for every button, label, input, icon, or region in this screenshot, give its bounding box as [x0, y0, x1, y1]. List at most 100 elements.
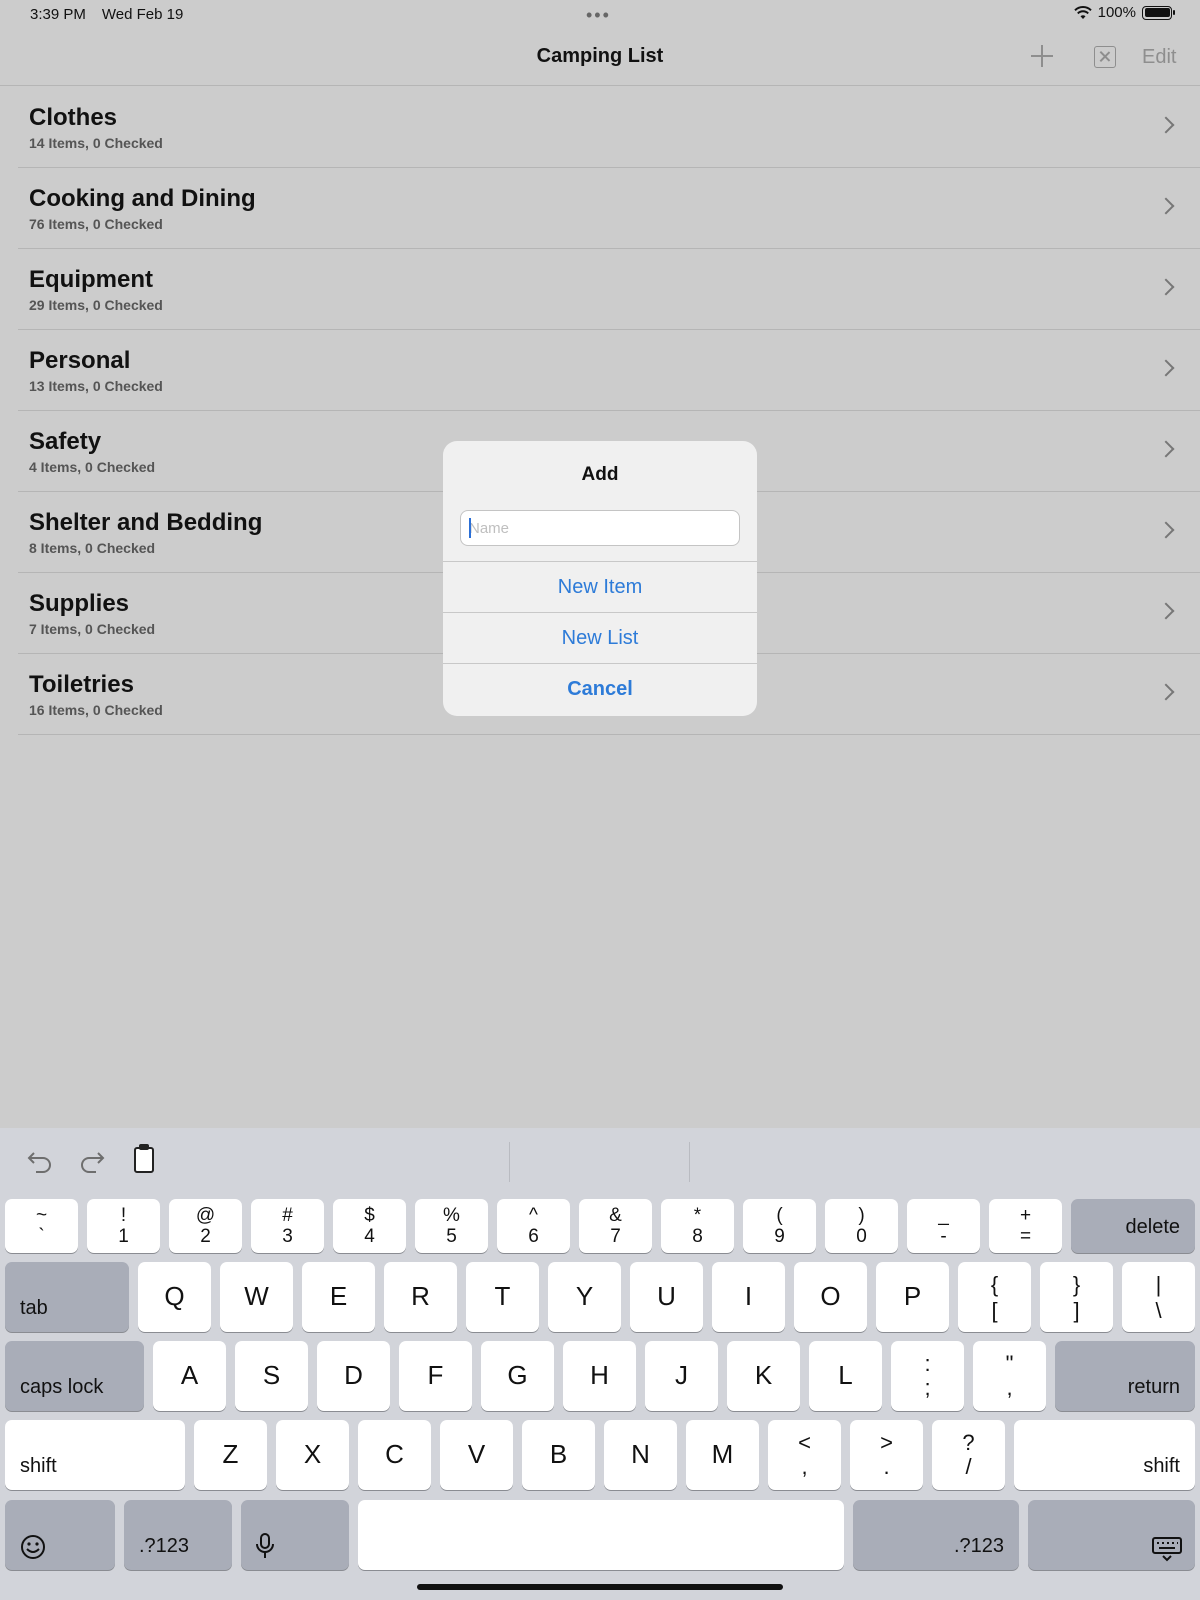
key-g[interactable]: G — [481, 1341, 554, 1411]
list-item-equipment[interactable]: Equipment 29 Items, 0 Checked — [18, 249, 1200, 330]
key-9[interactable]: (9 — [743, 1199, 816, 1253]
key-minus[interactable]: _ - — [907, 1199, 980, 1253]
key-t[interactable]: T — [466, 1262, 539, 1332]
page-title: Camping List — [536, 45, 664, 67]
battery-percent: 100% — [1097, 4, 1136, 21]
chevron-right-icon — [1157, 521, 1175, 539]
delete-key[interactable]: delete — [1071, 1199, 1195, 1253]
key-4[interactable]: $4 — [333, 1199, 406, 1253]
key-d[interactable]: D — [317, 1341, 390, 1411]
key-q[interactable]: Q — [138, 1262, 211, 1332]
name-input[interactable] — [460, 510, 740, 546]
key-a[interactable]: A — [153, 1341, 226, 1411]
key-x[interactable]: X — [276, 1420, 349, 1490]
edit-button[interactable]: Edit — [1142, 46, 1176, 69]
key-e[interactable]: E — [302, 1262, 375, 1332]
key-left-bracket[interactable]: {[ — [958, 1262, 1031, 1332]
key-o[interactable]: O — [794, 1262, 867, 1332]
text-cursor — [469, 518, 471, 538]
space-bar[interactable] — [358, 1500, 844, 1570]
list-item-title: Supplies — [29, 590, 130, 617]
key-v[interactable]: V — [440, 1420, 513, 1490]
key-8[interactable]: * 8 — [661, 1199, 734, 1253]
list-item-personal[interactable]: Personal 13 Items, 0 Checked — [18, 330, 1200, 411]
key-l[interactable]: L — [809, 1341, 882, 1411]
on-screen-keyboard: ~ ` ! 1 @2 #3 $4 % 5 ^ 6 & 7 * 8 (9 ) 0 _ - + = d… — [0, 1128, 1200, 1600]
key-u[interactable]: U — [630, 1262, 703, 1332]
key-period[interactable]: >. — [850, 1420, 923, 1490]
key-s[interactable]: S — [235, 1341, 308, 1411]
key-semicolon[interactable]: :; — [891, 1341, 964, 1411]
key-7[interactable]: & 7 — [579, 1199, 652, 1253]
key-6[interactable]: ^ 6 — [497, 1199, 570, 1253]
key-3[interactable]: #3 — [251, 1199, 324, 1253]
list-item-subtitle: 29 Items, 0 Checked — [29, 297, 163, 313]
key-n[interactable]: N — [604, 1420, 677, 1490]
key-backslash[interactable]: | \ — [1122, 1262, 1195, 1332]
chevron-right-icon — [1157, 278, 1175, 296]
numbers-key-left[interactable]: .?123 — [124, 1500, 232, 1570]
status-date: Wed Feb 19 — [101, 6, 184, 23]
keyboard-hide-key[interactable] — [1028, 1500, 1195, 1570]
key-f[interactable]: F — [399, 1341, 472, 1411]
caps-lock-key[interactable]: caps lock — [5, 1341, 144, 1411]
list-item-subtitle: 7 Items, 0 Checked — [29, 621, 156, 637]
key-equals[interactable]: + = — [989, 1199, 1062, 1253]
key-comma[interactable]: <, — [768, 1420, 841, 1490]
key-k[interactable]: K — [727, 1341, 800, 1411]
return-key[interactable]: return — [1055, 1341, 1195, 1411]
numbers-key-right[interactable]: .?123 — [853, 1500, 1019, 1570]
list-item-title: Cooking and Dining — [29, 185, 256, 212]
cancel-button[interactable]: Cancel — [443, 663, 757, 714]
key-m[interactable]: M — [686, 1420, 759, 1490]
home-indicator[interactable] — [417, 1584, 783, 1590]
redo-icon[interactable] — [78, 1148, 106, 1174]
key-i[interactable]: I — [712, 1262, 785, 1332]
navigation-bar: Camping List Edit — [0, 28, 1200, 86]
key-slash[interactable]: ? / — [932, 1420, 1005, 1490]
key-w[interactable]: W — [220, 1262, 293, 1332]
key-z[interactable]: Z — [194, 1420, 267, 1490]
key-2[interactable]: @2 — [169, 1199, 242, 1253]
list-item-title: Toiletries — [29, 671, 134, 698]
key-j[interactable]: J — [645, 1341, 718, 1411]
list-item-cooking-and-dining[interactable]: Cooking and Dining 76 Items, 0 Checked — [18, 168, 1200, 249]
tab-key[interactable]: tab — [5, 1262, 129, 1332]
key-1[interactable]: ! 1 — [87, 1199, 160, 1253]
undo-icon[interactable] — [26, 1148, 54, 1174]
key-quote[interactable]: ", — [973, 1341, 1046, 1411]
clipboard-icon[interactable] — [134, 1144, 154, 1173]
chevron-right-icon — [1157, 197, 1175, 215]
dictation-key[interactable] — [241, 1500, 349, 1570]
list-item-subtitle: 13 Items, 0 Checked — [29, 378, 163, 394]
list-item-subtitle: 4 Items, 0 Checked — [29, 459, 156, 475]
key-b[interactable]: B — [522, 1420, 595, 1490]
key-tilde[interactable]: ~ ` — [5, 1199, 78, 1253]
left-shift-key[interactable]: shift — [5, 1420, 185, 1490]
list-item-title: Personal — [29, 347, 131, 374]
new-list-button[interactable]: New List — [443, 612, 757, 663]
close-square-icon[interactable] — [1094, 46, 1116, 68]
key-h[interactable]: H — [563, 1341, 636, 1411]
list-item-clothes[interactable]: Clothes 14 Items, 0 Checked — [18, 87, 1200, 168]
multitasking-dots[interactable]: ••• — [586, 5, 611, 26]
status-bar: 3:39 PM Wed Feb 19 ••• 100% — [0, 0, 1200, 28]
right-shift-key[interactable]: shift — [1014, 1420, 1195, 1490]
key-right-bracket[interactable]: }] — [1040, 1262, 1113, 1332]
key-c[interactable]: C — [358, 1420, 431, 1490]
keyboard-hide-icon — [1152, 1537, 1182, 1562]
new-item-button[interactable]: New Item — [443, 561, 757, 612]
microphone-icon — [256, 1533, 274, 1558]
key-0[interactable]: ) 0 — [825, 1199, 898, 1253]
status-clock: 3:39 PM — [30, 6, 86, 23]
emoji-key[interactable] — [5, 1500, 115, 1570]
key-p[interactable]: P — [876, 1262, 949, 1332]
list-item-subtitle: 14 Items, 0 Checked — [29, 135, 163, 151]
key-5[interactable]: % 5 — [415, 1199, 488, 1253]
plus-icon[interactable] — [1029, 43, 1055, 69]
key-y[interactable]: Y — [548, 1262, 621, 1332]
key-r[interactable]: R — [384, 1262, 457, 1332]
wifi-icon — [1073, 5, 1092, 19]
list-item-title: Safety — [29, 428, 102, 455]
status-indicators: 100% — [1073, 4, 1175, 21]
